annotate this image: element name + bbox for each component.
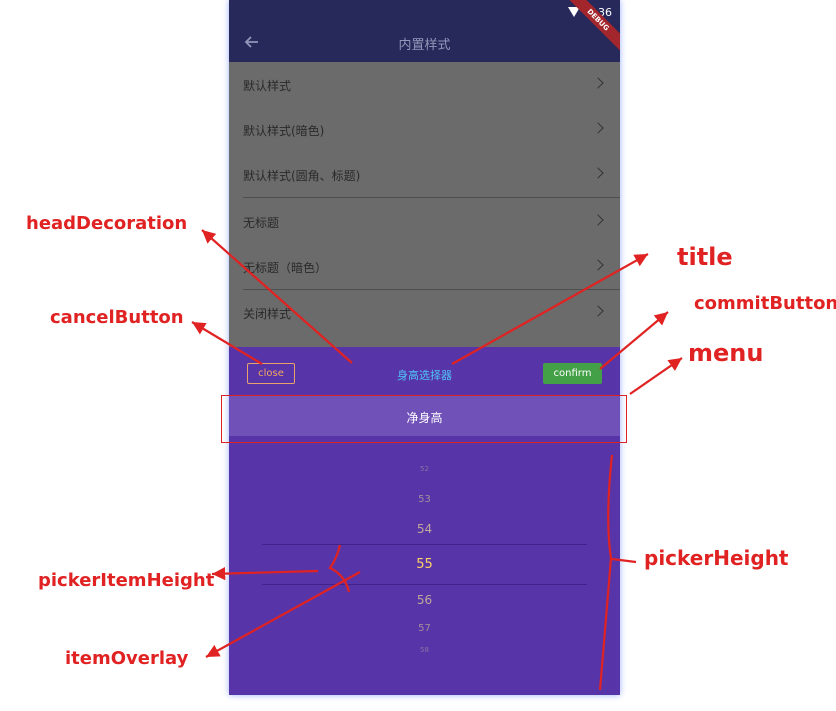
annotation-commit-button: commitButton bbox=[694, 293, 836, 314]
annotation-picker-height: pickerHeight bbox=[644, 546, 789, 570]
annotation-cancel-button: cancelButton bbox=[50, 307, 184, 328]
annotation-title: title bbox=[677, 243, 733, 271]
annotation-picker-item-height: pickerItemHeight bbox=[38, 570, 215, 591]
annotation-item-overlay: itemOverlay bbox=[65, 648, 189, 669]
annotation-menu: menu bbox=[688, 339, 764, 367]
annotation-head-decoration: headDecoration bbox=[26, 213, 188, 234]
